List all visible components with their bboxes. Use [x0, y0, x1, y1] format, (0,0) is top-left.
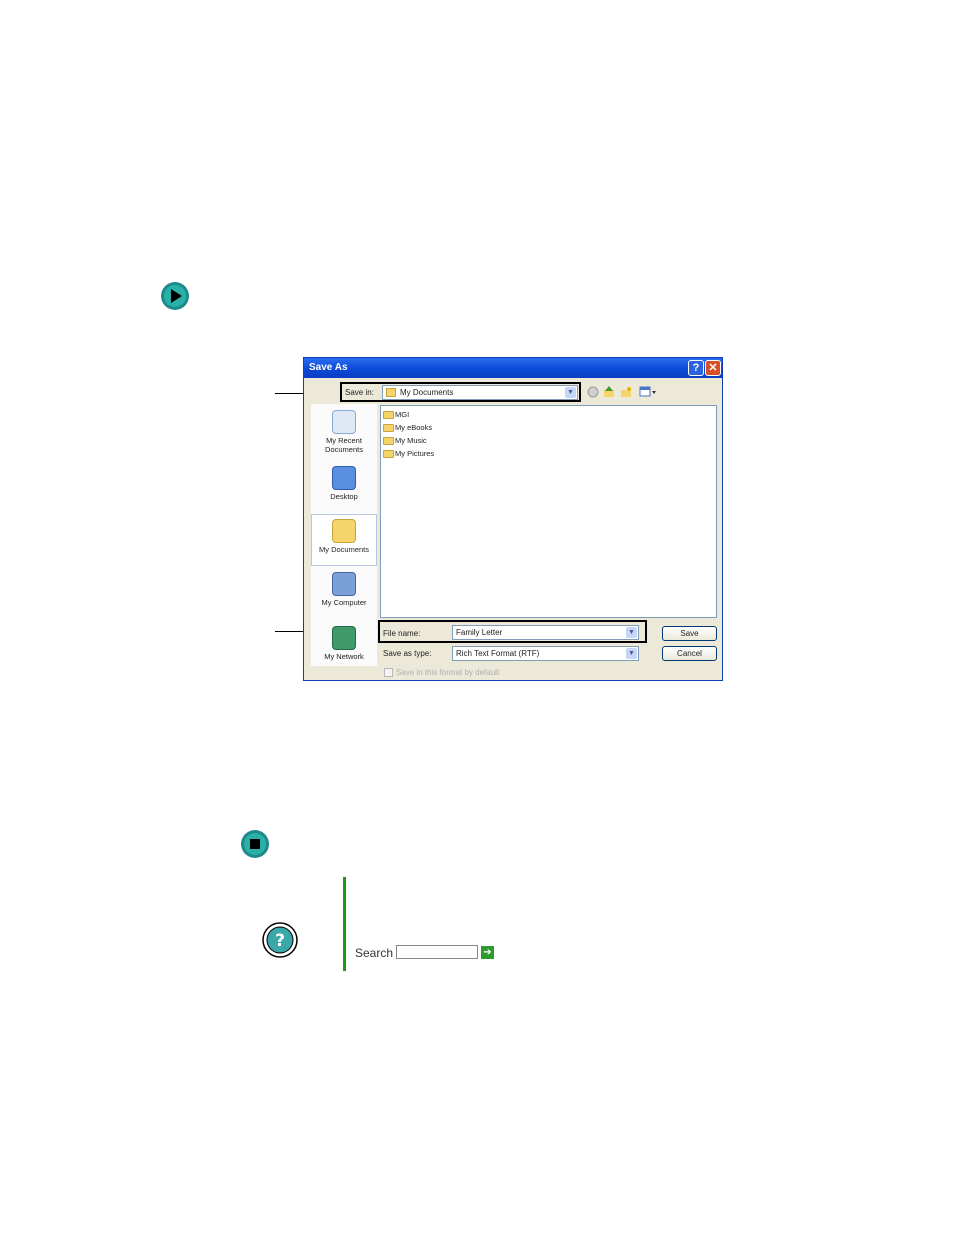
up-folder-icon[interactable] — [603, 386, 615, 398]
file-name-label: File name: — [383, 629, 421, 638]
list-item[interactable]: My Music — [383, 436, 427, 447]
search-label: Search — [355, 946, 394, 960]
place-my-computer[interactable]: My Computer — [311, 572, 377, 607]
help-divider — [343, 877, 346, 971]
place-label: My Network — [324, 652, 364, 661]
chevron-down-icon[interactable]: ▼ — [626, 627, 637, 638]
place-my-network[interactable]: My Network — [311, 626, 377, 661]
list-item[interactable]: My Pictures — [383, 449, 434, 460]
file-name-input[interactable]: Family Letter ▼ — [452, 625, 639, 640]
list-item[interactable]: My eBooks — [383, 423, 432, 434]
title-bar[interactable]: Save As ? ✕ — [304, 358, 722, 378]
recent-documents-icon — [332, 410, 356, 434]
save-button[interactable]: Save — [662, 626, 717, 641]
back-icon[interactable] — [587, 386, 599, 398]
folder-icon — [386, 388, 396, 397]
svg-text:?: ? — [275, 931, 285, 951]
my-documents-icon — [332, 519, 356, 543]
folder-icon — [383, 424, 394, 433]
save-in-label: Save in: — [345, 388, 374, 397]
list-item[interactable]: MGI — [383, 410, 409, 421]
save-in-value: My Documents — [400, 388, 454, 397]
my-network-icon — [332, 626, 356, 650]
desktop-icon — [332, 466, 356, 490]
help-icon: ? — [262, 922, 298, 958]
chevron-down-icon[interactable]: ▼ — [565, 387, 576, 398]
arrow-right-icon[interactable]: ➔ — [481, 946, 494, 959]
help-button[interactable]: ? — [688, 360, 704, 376]
my-computer-icon — [332, 572, 356, 596]
new-folder-icon[interactable] — [620, 386, 632, 398]
save-as-type-dropdown[interactable]: Rich Text Format (RTF) ▼ — [452, 646, 639, 661]
chevron-down-icon[interactable]: ▼ — [626, 648, 637, 659]
file-name: My eBooks — [395, 423, 433, 432]
stop-icon — [241, 830, 269, 858]
pictures-folder-icon — [383, 450, 394, 459]
place-label: My Recent Documents — [325, 436, 363, 454]
place-my-recent-documents[interactable]: My Recent Documents — [311, 410, 377, 454]
place-label: My Computer — [321, 598, 367, 607]
place-label: Desktop — [330, 492, 358, 501]
save-as-type-value: Rich Text Format (RTF) — [456, 649, 540, 658]
search-input[interactable] — [396, 945, 478, 959]
file-name: MGI — [395, 410, 410, 419]
views-menu-icon[interactable] — [639, 386, 657, 398]
close-button[interactable]: ✕ — [705, 360, 721, 376]
folder-icon — [383, 411, 394, 420]
place-desktop[interactable]: Desktop — [311, 466, 377, 501]
save-as-type-label: Save as type: — [383, 649, 432, 658]
default-format-checkbox[interactable] — [384, 668, 393, 677]
music-folder-icon — [383, 437, 394, 446]
go-arrow-icon — [161, 282, 189, 310]
file-name: My Pictures — [395, 449, 435, 458]
file-name-value: Family Letter — [456, 628, 503, 637]
dialog-title: Save As — [309, 362, 348, 373]
place-label: My Documents — [318, 545, 369, 554]
save-as-dialog: Save As ? ✕ Save in: My Documents ▼ My R… — [303, 357, 723, 681]
file-list[interactable]: MGI My eBooks My Music My Pictures — [380, 405, 717, 618]
cancel-button[interactable]: Cancel — [662, 646, 717, 661]
file-name: My Music — [395, 436, 427, 445]
places-bar: My Recent Documents Desktop My Documents… — [311, 404, 377, 666]
place-my-documents[interactable]: My Documents — [311, 514, 377, 566]
save-in-dropdown[interactable]: My Documents ▼ — [382, 385, 578, 400]
default-format-label: Save in this format by default — [396, 668, 500, 677]
